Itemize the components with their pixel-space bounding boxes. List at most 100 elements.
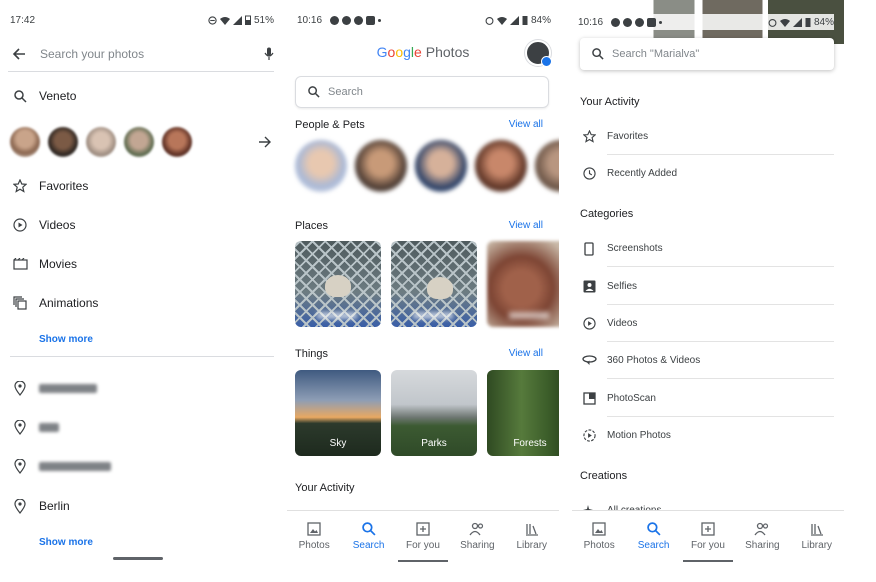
activity-label: Recently Added (607, 168, 678, 179)
nav-photos[interactable]: Photos (288, 521, 340, 551)
thing-label: Sky (329, 438, 347, 449)
category-videos[interactable]: Videos (580, 305, 834, 342)
nav-library[interactable]: Library (506, 521, 558, 551)
category-360[interactable]: 360 Photos & Videos (580, 342, 834, 379)
category-photoscan[interactable]: PhotoScan (580, 380, 834, 417)
people-faces-row (10, 124, 272, 160)
person-face[interactable] (86, 127, 116, 157)
person-face[interactable] (415, 140, 467, 192)
people-view-all[interactable]: View all (509, 119, 543, 130)
photo-icon (592, 521, 606, 537)
places-view-all[interactable]: View all (509, 220, 543, 231)
place-tile[interactable] (295, 241, 381, 327)
search-box[interactable]: Search "Marialva" (580, 38, 834, 70)
category-label: Movies (39, 257, 78, 271)
activity-recently-added[interactable]: Recently Added (580, 155, 834, 192)
battery-level: 51% (253, 14, 274, 26)
category-label: PhotoScan (607, 380, 834, 417)
nav-for-you[interactable]: For you (397, 521, 449, 551)
google-photos-logo: Google Photos (376, 44, 470, 60)
search-input-screen: 17:42 51% Search your photos Veneto Favo… (0, 0, 282, 582)
battery-icon (522, 15, 528, 25)
place-tile[interactable] (391, 241, 477, 327)
place-item[interactable] (10, 454, 274, 478)
person-face[interactable] (295, 140, 347, 192)
search-box[interactable]: Search (295, 76, 549, 108)
dnd-icon (208, 15, 217, 25)
place-item[interactable] (10, 376, 274, 400)
motion-icon (580, 429, 598, 442)
thing-tile-parks[interactable]: Parks (391, 370, 477, 456)
star-icon (580, 130, 598, 143)
category-movies[interactable]: Movies (10, 252, 274, 276)
library-icon (810, 521, 824, 537)
category-motion-photos[interactable]: Motion Photos (580, 417, 834, 454)
place-item-berlin[interactable]: Berlin (10, 494, 274, 518)
search-icon (646, 521, 661, 537)
person-face[interactable] (355, 140, 407, 192)
play-circle-icon (10, 218, 30, 232)
category-animations[interactable]: Animations (10, 291, 274, 315)
wifi-icon (496, 16, 507, 25)
person-face[interactable] (475, 140, 527, 192)
things-view-all[interactable]: View all (509, 348, 543, 359)
categories-heading: Categories (580, 208, 634, 220)
nav-library[interactable]: Library (791, 521, 843, 551)
add-box-icon (416, 521, 430, 537)
search-bar[interactable]: Search your photos (8, 36, 274, 72)
location-pin-icon (10, 380, 30, 396)
show-more-categories[interactable]: Show more (39, 334, 93, 345)
recent-search-item[interactable]: Veneto (10, 84, 274, 108)
redacted-place-label (39, 422, 59, 432)
category-videos[interactable]: Videos (10, 213, 274, 237)
back-arrow-icon[interactable] (8, 47, 30, 61)
search-input[interactable]: Search (328, 86, 363, 98)
status-bar: 10:16 84% (578, 14, 834, 30)
search-input[interactable]: Search "Marialva" (612, 48, 699, 60)
person-face[interactable] (535, 140, 559, 192)
nav-for-you[interactable]: For you (682, 521, 734, 551)
wifi-icon (219, 16, 230, 25)
show-more-places[interactable]: Show more (39, 537, 93, 548)
category-label: Favorites (39, 179, 89, 193)
nav-photos[interactable]: Photos (573, 521, 625, 551)
thing-tile-forests[interactable]: Forests (487, 370, 559, 456)
battery-level: 84% (530, 14, 551, 26)
wifi-icon (779, 18, 790, 27)
person-face[interactable] (162, 127, 192, 157)
category-screenshots[interactable]: Screenshots (580, 230, 834, 267)
person-face[interactable] (10, 127, 40, 157)
battery-icon (244, 15, 251, 25)
person-face[interactable] (124, 127, 154, 157)
nav-search[interactable]: Search (343, 521, 395, 551)
status-time: 10:16 (578, 16, 604, 28)
arrow-right-icon[interactable] (258, 135, 272, 149)
category-label: Screenshots (607, 230, 834, 267)
search-input[interactable]: Search your photos (40, 47, 264, 61)
people-pets-title: People & Pets (295, 119, 365, 131)
status-time: 17:42 (10, 14, 36, 26)
nav-sharing[interactable]: Sharing (736, 521, 788, 551)
thing-label: Forests (513, 438, 547, 449)
account-badge (541, 56, 552, 67)
photo-icon (307, 521, 321, 537)
portrait-icon (580, 280, 598, 293)
category-selfies[interactable]: Selfies (580, 268, 834, 305)
nav-sharing[interactable]: Sharing (451, 521, 503, 551)
people-icon (754, 521, 770, 537)
bottom-navigation: Photos Search For you Sharing Library (572, 510, 844, 560)
nav-search[interactable]: Search (628, 521, 680, 551)
mic-icon[interactable] (264, 47, 274, 61)
thing-tile-sky[interactable]: Sky (295, 370, 381, 456)
person-face[interactable] (48, 127, 78, 157)
redacted-place-label (317, 312, 357, 319)
place-tile[interactable] (487, 241, 559, 327)
battery-level: 84% (813, 16, 834, 28)
movie-icon (10, 258, 30, 270)
category-label: Videos (39, 218, 76, 232)
account-avatar[interactable] (525, 40, 552, 67)
category-favorites[interactable]: Favorites (10, 174, 274, 198)
activity-favorites[interactable]: Favorites (580, 118, 834, 155)
activity-label: Favorites (607, 118, 834, 155)
place-item[interactable] (10, 415, 274, 439)
